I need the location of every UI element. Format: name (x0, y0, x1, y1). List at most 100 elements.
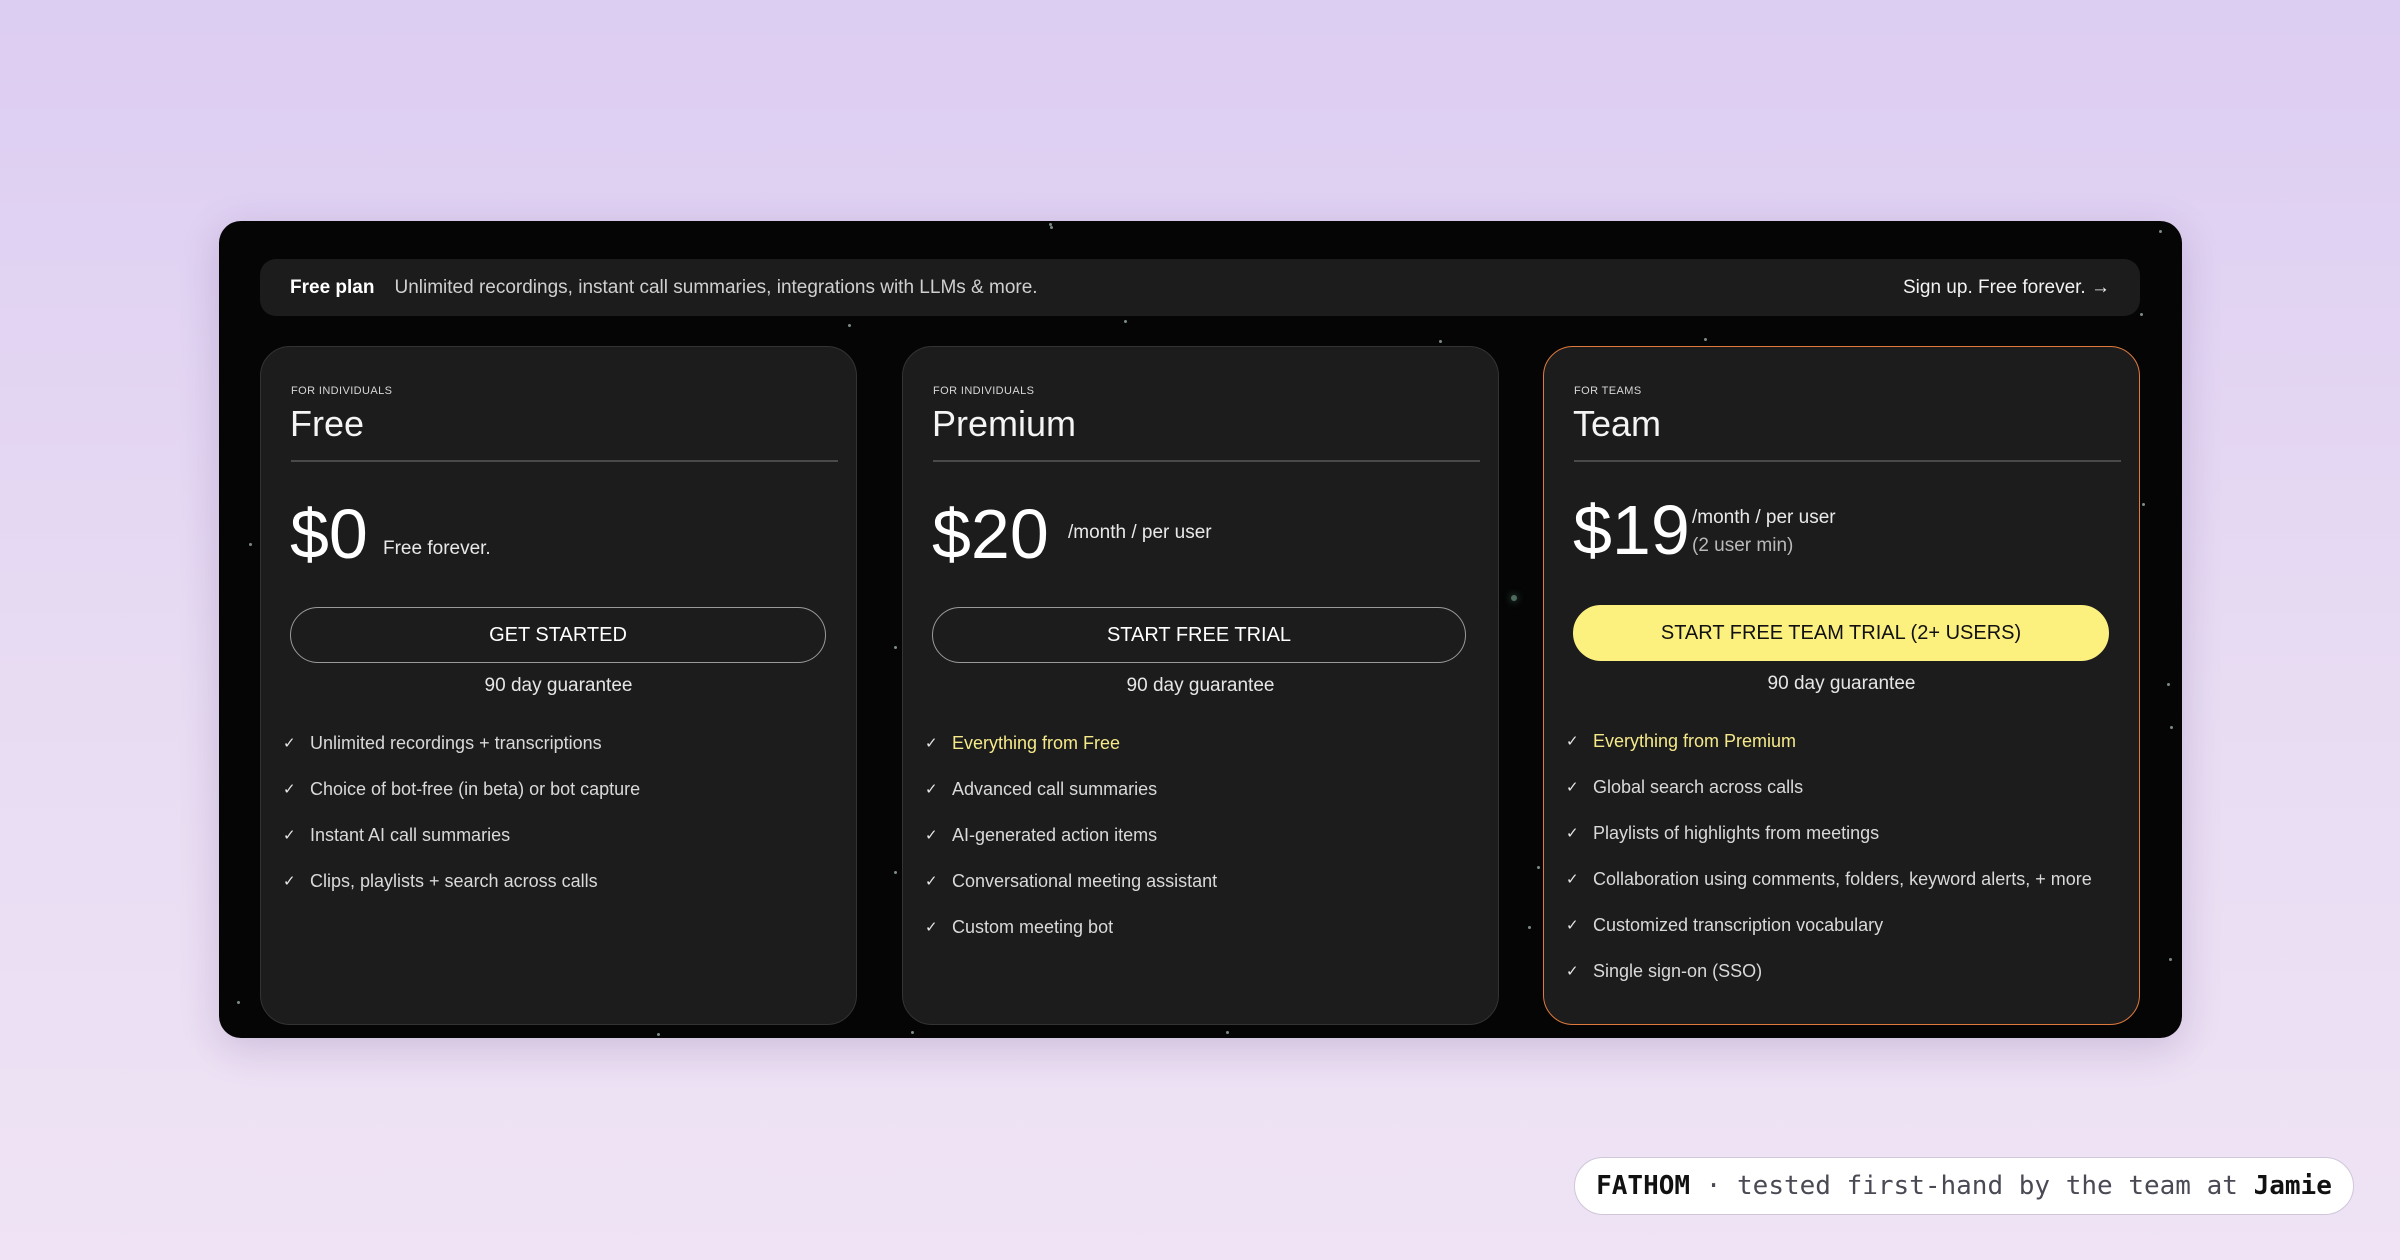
check-icon: ✓ (925, 827, 938, 844)
check-icon: ✓ (1566, 963, 1579, 980)
star-decoration (2142, 503, 2145, 506)
feature-list: ✓ Everything from Premium ✓ Global search … (1566, 718, 2092, 994)
divider (291, 460, 838, 462)
credit-team: Jamie (2253, 1171, 2332, 1201)
feature-item: ✓ Clips, playlists + search across calls (283, 858, 640, 904)
feature-text: Instant AI call summaries (310, 824, 511, 845)
plan-audience: FOR INDIVIDUALS (291, 385, 393, 397)
divider (933, 460, 1480, 462)
check-icon: ✓ (1566, 917, 1579, 934)
guarantee-text: 90 day guarantee (1767, 673, 1916, 694)
feature-text: Playlists of highlights from meetings (1593, 822, 1880, 843)
plan-audience: FOR TEAMS (1574, 385, 1642, 397)
plan-price: $0 (290, 495, 368, 573)
check-icon: ✓ (1566, 825, 1579, 842)
free-plan-banner: Free plan Unlimited recordings, instant … (260, 259, 2140, 316)
star-decoration (2140, 313, 2143, 316)
plan-audience: FOR INDIVIDUALS (933, 385, 1035, 397)
check-icon: ✓ (1566, 779, 1579, 796)
star-decoration (657, 1033, 660, 1036)
feature-text: Global search across calls (1593, 776, 1804, 797)
star-decoration (911, 1031, 914, 1034)
star-decoration (2169, 958, 2172, 961)
guarantee-text: 90 day guarantee (484, 675, 633, 696)
banner-title: Free plan (290, 276, 375, 298)
feature-text: AI-generated action items (952, 824, 1158, 845)
check-icon: ✓ (283, 735, 296, 752)
feature-item: ✓ Global search across calls (1566, 764, 2092, 810)
check-icon: ✓ (925, 919, 938, 936)
star-decoration (2167, 683, 2170, 686)
star-decoration (894, 871, 897, 874)
pricing-panel: Free plan Unlimited recordings, instant … (219, 221, 2182, 1038)
feature-list: ✓ Everything from Free ✓ Advanced call sum… (925, 720, 1217, 950)
divider (1574, 460, 2121, 462)
plan-name: Premium (932, 403, 1077, 444)
feature-item: ✓ Collaboration using comments, folders, … (1566, 856, 2092, 902)
star-decoration (2159, 230, 2162, 233)
plan-price: $19 (1573, 491, 1690, 569)
feature-text: Everything from Free (952, 732, 1121, 753)
star-decoration (1050, 226, 1053, 229)
star-decoration (894, 646, 897, 649)
feature-item: ✓ Advanced call summaries (925, 766, 1217, 812)
get-started-button[interactable]: GET STARTED (290, 607, 826, 663)
feature-text: Custom meeting bot (952, 916, 1114, 937)
star-decoration (1537, 866, 1540, 869)
star-decoration (848, 324, 851, 327)
feature-item: ✓ Everything from Free (925, 720, 1217, 766)
plan-name: Free (290, 403, 365, 444)
start-team-trial-button[interactable]: START FREE TEAM TRIAL (2+ USERS) (1573, 605, 2109, 661)
feature-item: ✓ Custom meeting bot (925, 904, 1217, 950)
star-decoration (1528, 926, 1531, 929)
check-icon: ✓ (283, 873, 296, 890)
price-subnote: (2 user min) (1692, 535, 1794, 556)
price-note: /month / per user (1692, 507, 1836, 528)
plan-price: $20 (932, 495, 1049, 573)
feature-text: Single sign-on (SSO) (1593, 960, 1763, 981)
feature-text: Unlimited recordings + transcriptions (310, 732, 602, 753)
feature-item: ✓ Unlimited recordings + transcriptions (283, 720, 640, 766)
star-decoration (1124, 320, 1127, 323)
banner-description: Unlimited recordings, instant call summa… (394, 276, 1038, 298)
plan-card-premium: FOR INDIVIDUALS Premium $20 /month / per… (902, 346, 1499, 1025)
star-decoration (1226, 1031, 1229, 1034)
check-icon: ✓ (1566, 733, 1579, 750)
star-decoration (249, 543, 252, 546)
feature-item: ✓ Single sign-on (SSO) (1566, 948, 2092, 994)
feature-text: Everything from Premium (1593, 730, 1797, 751)
price-note: Free forever. (383, 538, 491, 559)
check-icon: ✓ (1566, 871, 1579, 888)
start-free-trial-button[interactable]: START FREE TRIAL (932, 607, 1466, 663)
check-icon: ✓ (283, 827, 296, 844)
credit-text: · tested first-hand by the team at (1690, 1171, 2254, 1201)
star-decoration (1439, 340, 1442, 343)
banner-signup-link[interactable]: Sign up. Free forever. → (1903, 277, 2110, 299)
feature-item: ✓ Customized transcription vocabulary (1566, 902, 2092, 948)
star-decoration (1704, 338, 1707, 341)
feature-text: Customized transcription vocabulary (1593, 914, 1884, 935)
feature-list: ✓ Unlimited recordings + transcriptions ✓… (283, 720, 640, 904)
plan-card-team: FOR TEAMS Team $19 /month / per user (2 … (1543, 346, 2140, 1025)
credit-badge: FATHOM · tested first-hand by the team a… (1574, 1157, 2354, 1215)
feature-text: Conversational meeting assistant (952, 870, 1218, 891)
check-icon: ✓ (925, 781, 938, 798)
check-icon: ✓ (925, 873, 938, 890)
star-decoration (2170, 726, 2173, 729)
check-icon: ✓ (283, 781, 296, 798)
plan-name: Team (1573, 403, 1662, 444)
credit-brand: FATHOM (1596, 1171, 1691, 1201)
feature-item: ✓ Everything from Premium (1566, 718, 2092, 764)
feature-text: Clips, playlists + search across calls (310, 870, 598, 891)
feature-item: ✓ Choice of bot-free (in beta) or bot cap… (283, 766, 640, 812)
plan-card-free: FOR INDIVIDUALS Free $0 Free forever. GE… (260, 346, 857, 1025)
check-icon: ✓ (925, 735, 938, 752)
feature-text: Choice of bot-free (in beta) or bot capt… (310, 778, 641, 799)
feature-item: ✓ Conversational meeting assistant (925, 858, 1217, 904)
feature-item: ✓ Playlists of highlights from meetings (1566, 810, 2092, 856)
feature-text: Collaboration using comments, folders, k… (1593, 868, 2092, 889)
feature-item: ✓ Instant AI call summaries (283, 812, 640, 858)
guarantee-text: 90 day guarantee (1126, 675, 1275, 696)
feature-item: ✓ AI-generated action items (925, 812, 1217, 858)
star-decoration (1511, 595, 1517, 601)
